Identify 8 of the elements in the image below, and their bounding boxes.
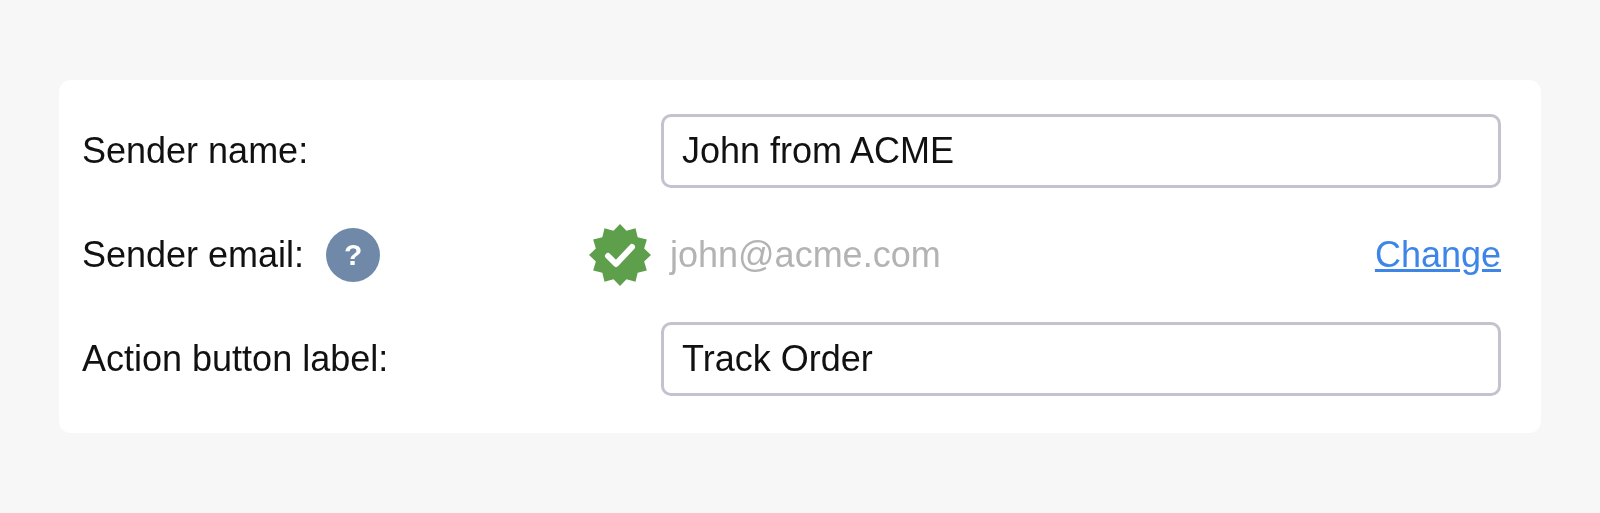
- email-address: john@acme.com: [670, 234, 942, 276]
- change-link[interactable]: Change: [1374, 234, 1501, 276]
- input-field[interactable]: Track Order: [661, 322, 1501, 396]
- input-field[interactable]: John from ACME: [661, 114, 1501, 188]
- field-label: Sender email:: [82, 234, 305, 276]
- field-label: Sender name:: [82, 130, 309, 172]
- field-label: Action button label:: [82, 338, 389, 380]
- help-icon[interactable]: ?: [326, 228, 381, 282]
